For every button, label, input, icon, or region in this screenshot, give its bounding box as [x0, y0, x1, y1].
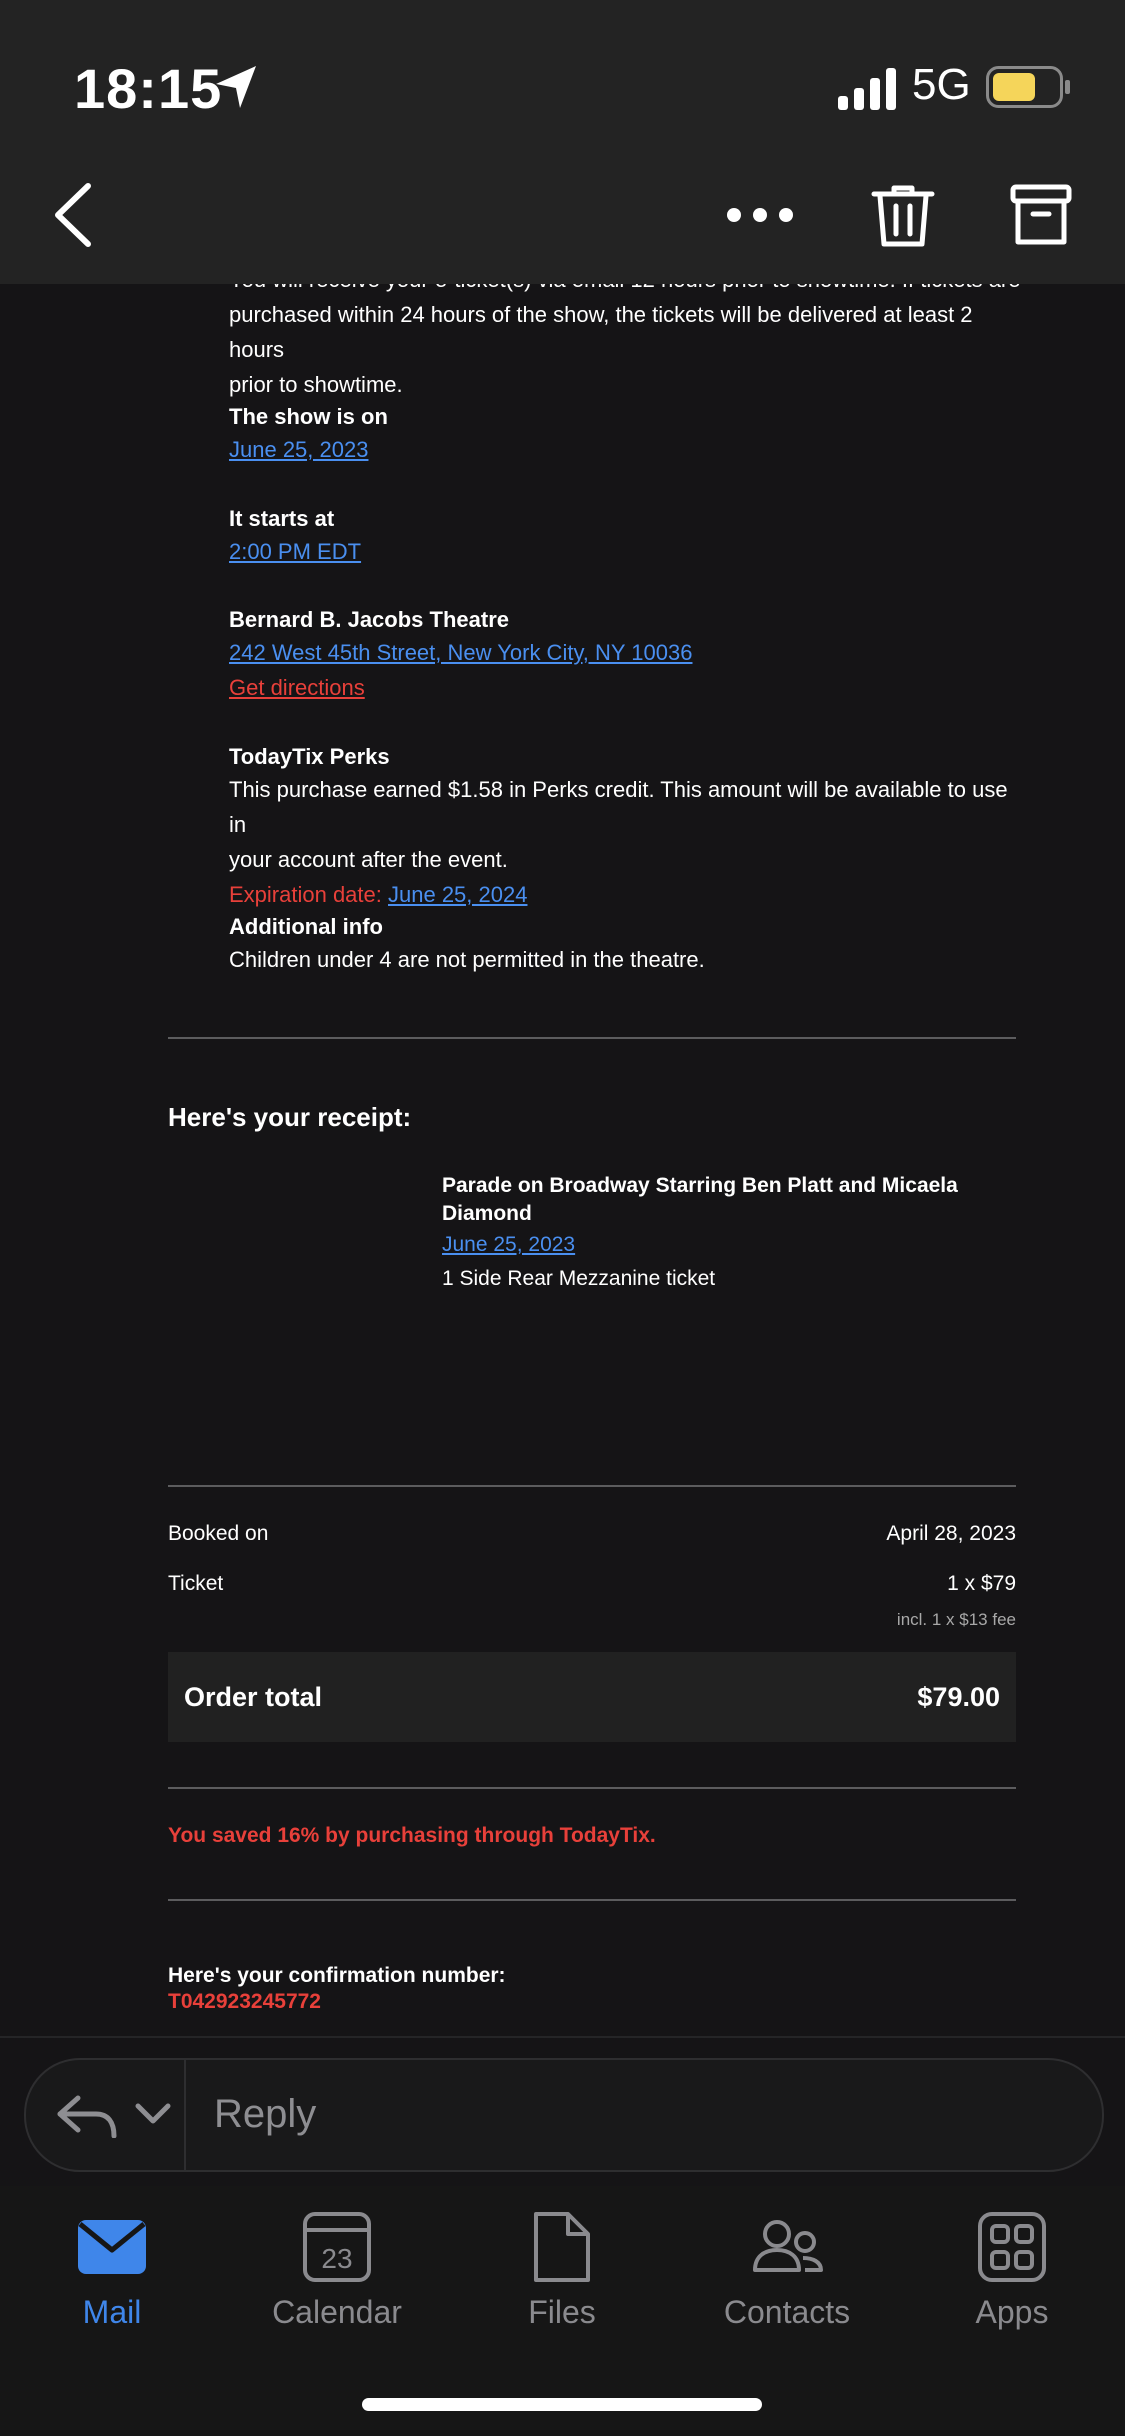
tab-label: Calendar — [272, 2294, 402, 2330]
fee-note: incl. 1 x $13 fee — [896, 1610, 1016, 1629]
ticket-value: 1 x $79 — [947, 1572, 1016, 1595]
trash-icon[interactable] — [870, 184, 936, 248]
additional-info-text: Children under 4 are not permitted in th… — [229, 947, 705, 972]
divider — [168, 1485, 1016, 1487]
expiration-row: Expiration date: June 25, 2024 — [229, 877, 1019, 912]
additional-info-section: Additional info Children under 4 are not… — [229, 914, 1019, 977]
location-arrow-icon — [216, 66, 256, 108]
perks-text: your account after the event. — [229, 847, 508, 872]
order-total-label: Order total — [184, 1682, 323, 1712]
tab-contacts[interactable]: Contacts — [687, 2210, 887, 2340]
reply-divider — [184, 2060, 186, 2170]
more-options-icon[interactable] — [720, 198, 800, 232]
delivery-note-line: purchased within 24 hours of the show, t… — [229, 302, 973, 362]
get-directions-link[interactable]: Get directions — [229, 670, 1019, 705]
savings-message: You saved 16% by purchasing through Toda… — [168, 1824, 656, 1847]
venue-section: Bernard B. Jacobs Theatre 242 West 45th … — [229, 607, 1019, 705]
confirmation-label: Here's your confirmation number: — [168, 1964, 506, 1987]
show-date-section: The show is on June 25, 2023 — [229, 404, 1019, 467]
show-name-line: Parade on Broadway Starring Ben Platt an… — [442, 1174, 958, 1197]
divider — [168, 1899, 1016, 1901]
tab-label: Apps — [975, 2294, 1049, 2330]
archive-icon[interactable] — [1010, 184, 1072, 248]
ticket-label: Ticket — [168, 1572, 224, 1595]
start-time-link[interactable]: 2:00 PM EDT — [229, 534, 1019, 569]
reply-arrow-icon[interactable] — [56, 2094, 118, 2138]
tab-label: Contacts — [723, 2294, 851, 2330]
order-total-value: $79.00 — [917, 1682, 1000, 1712]
booked-on-value: April 28, 2023 — [886, 1522, 1016, 1545]
calendar-date-text: 23 — [321, 2243, 352, 2274]
calendar-icon: 23 — [303, 2212, 371, 2282]
status-time: 18:15 — [74, 57, 223, 120]
divider — [168, 1037, 1016, 1039]
venue-address-link[interactable]: 242 West 45th Street, New York City, NY … — [229, 635, 1019, 670]
perks-section: TodayTix Perks This purchase earned $1.5… — [229, 744, 1019, 912]
delivery-note-line: prior to showtime. — [229, 372, 403, 397]
show-date-link[interactable]: June 25, 2023 — [229, 432, 1019, 467]
contacts-icon — [753, 2220, 823, 2272]
start-time-section: It starts at 2:00 PM EDT — [229, 506, 1019, 569]
show-name-line: Diamond — [442, 1202, 532, 1225]
tab-label: Files — [528, 2294, 596, 2330]
tab-calendar[interactable]: 23 Calendar — [237, 2210, 437, 2340]
show-date-heading: The show is on — [229, 404, 388, 429]
show-name: Parade on Broadway Starring Ben Platt an… — [442, 1172, 1002, 1228]
reply-input[interactable]: Reply — [214, 2092, 316, 2137]
expiration-label: Expiration date: — [229, 882, 382, 907]
tab-apps[interactable]: Apps — [912, 2210, 1112, 2340]
tab-files[interactable]: Files — [462, 2210, 662, 2340]
network-type: 5G — [912, 60, 971, 109]
battery-icon — [986, 66, 1070, 108]
order-total-box: Order total $79.00 — [168, 1652, 1016, 1742]
receipt-date-link[interactable]: June 25, 2023 — [442, 1228, 1002, 1262]
apps-icon — [978, 2212, 1046, 2282]
divider — [168, 1787, 1016, 1789]
perks-heading: TodayTix Perks — [229, 744, 390, 769]
cellular-signal-icon — [838, 68, 896, 110]
tab-label: Mail — [82, 2294, 142, 2330]
reply-bar: Reply — [0, 2036, 1125, 2188]
perks-text: This purchase earned $1.58 in Perks cred… — [229, 777, 1008, 837]
chevron-down-icon[interactable] — [134, 2102, 172, 2126]
start-time-heading: It starts at — [229, 506, 335, 531]
booked-on-label: Booked on — [168, 1522, 269, 1545]
top-toolbar: 18:15 5G — [0, 0, 1125, 284]
venue-name: Bernard B. Jacobs Theatre — [229, 607, 509, 632]
confirmation-number: T042923245772 — [168, 1990, 321, 2013]
receipt-heading: Here's your receipt: — [168, 1102, 412, 1132]
mail-icon — [78, 2220, 146, 2274]
expiration-date-link[interactable]: June 25, 2024 — [388, 882, 527, 907]
seat-description: 1 Side Rear Mezzanine ticket — [442, 1267, 716, 1290]
receipt-show-details: Parade on Broadway Starring Ben Platt an… — [442, 1172, 1002, 1296]
home-indicator[interactable] — [362, 2398, 762, 2411]
back-chevron-icon[interactable] — [50, 180, 96, 250]
additional-info-heading: Additional info — [229, 914, 383, 939]
email-body[interactable]: You will receive your e-ticket(s) via em… — [0, 0, 1125, 2040]
tab-mail[interactable]: Mail — [12, 2210, 212, 2340]
file-icon — [534, 2212, 590, 2282]
reply-container: Reply — [24, 2058, 1104, 2172]
